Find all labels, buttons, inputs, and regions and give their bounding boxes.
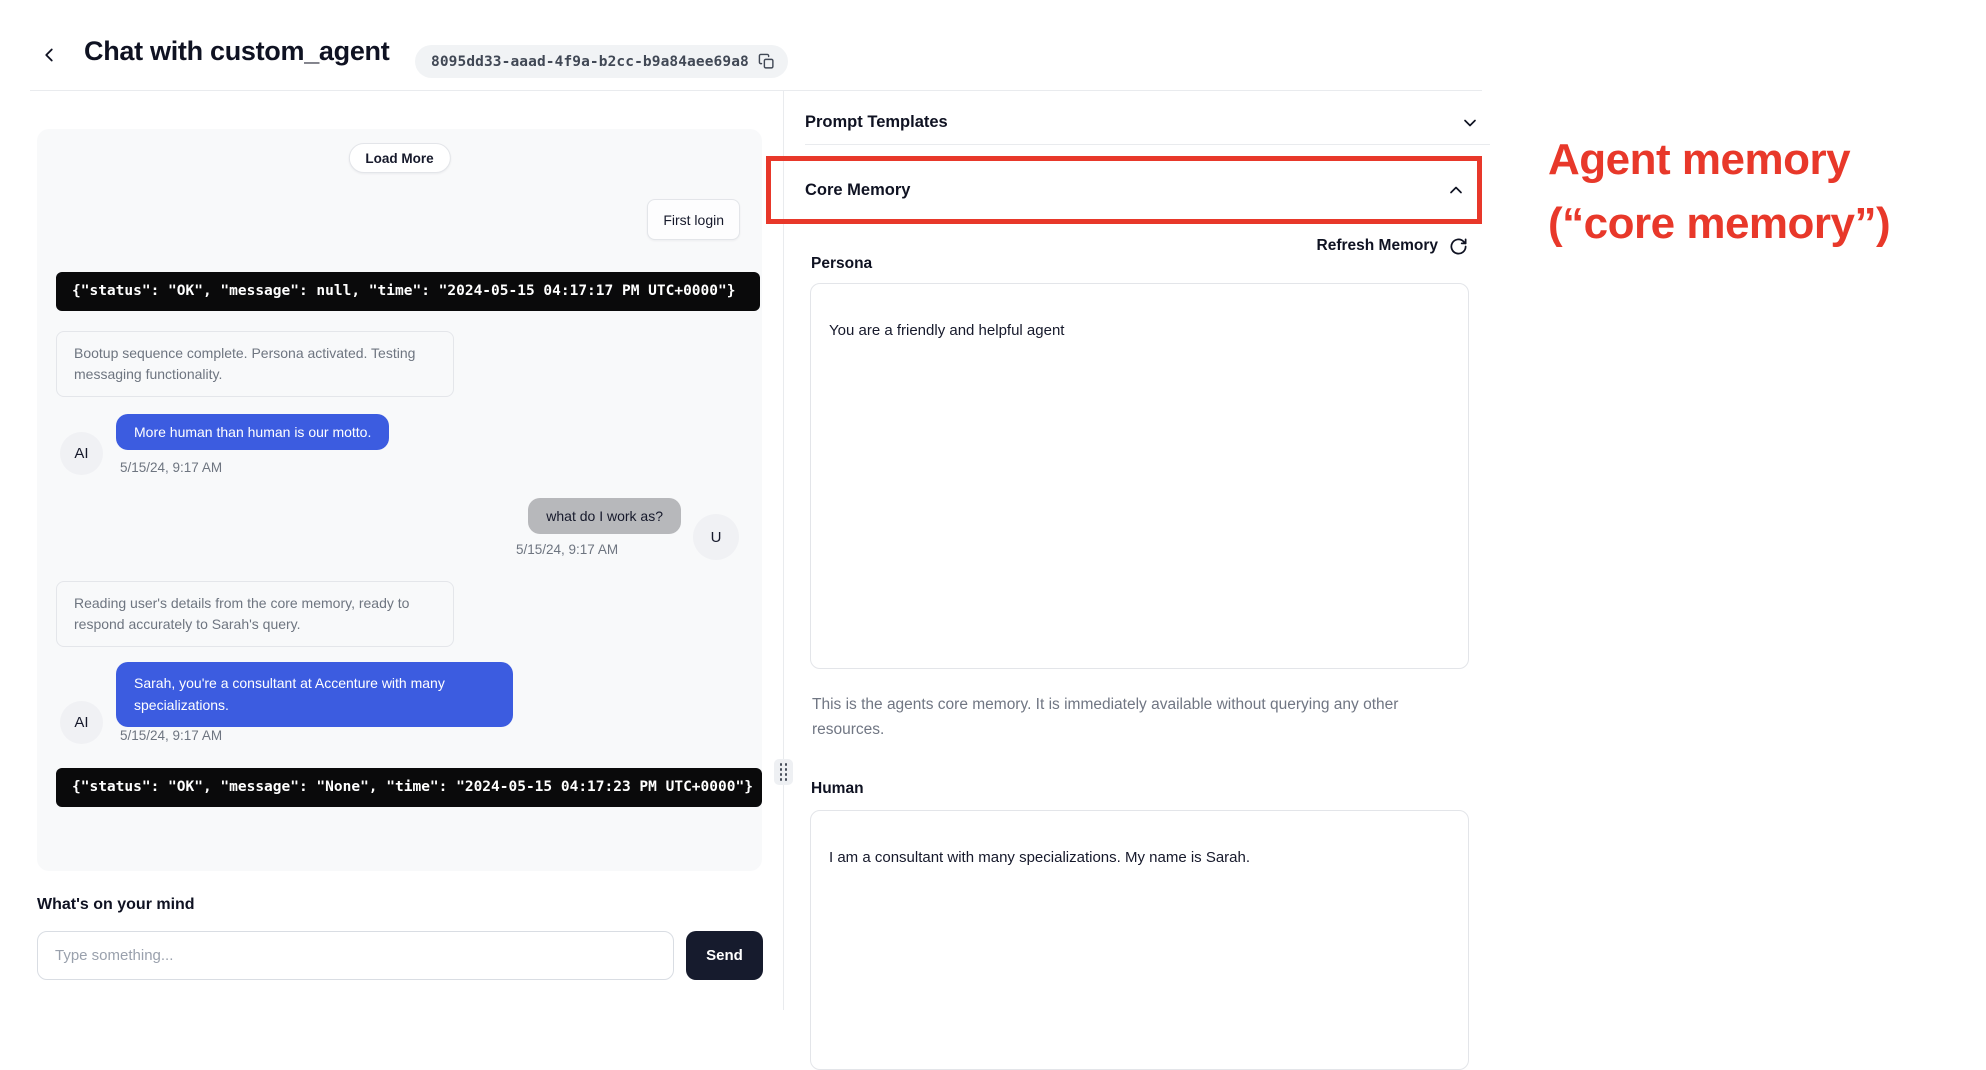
agent-id-badge: 8095dd33-aaad-4f9a-b2cc-b9a84aee69a8 — [415, 45, 788, 78]
first-login-badge: First login — [647, 199, 740, 240]
message-timestamp: 5/15/24, 9:17 AM — [120, 460, 222, 475]
annotation-line-1: Agent memory — [1548, 128, 1890, 192]
prompt-templates-section-header[interactable]: Prompt Templates — [805, 101, 1490, 145]
user-message-bubble: what do I work as? — [528, 498, 681, 534]
core-memory-title: Core Memory — [805, 181, 910, 200]
prompt-templates-title: Prompt Templates — [805, 113, 948, 132]
chevron-left-icon — [38, 44, 60, 66]
back-button[interactable] — [34, 40, 64, 70]
message-input[interactable] — [37, 931, 674, 980]
system-status-message: {"status": "OK", "message": "None", "tim… — [56, 768, 762, 807]
annotation-line-2: (“core memory”) — [1548, 192, 1890, 256]
copy-agent-id-button[interactable] — [758, 53, 775, 70]
agent-thought-message: Bootup sequence complete. Persona activa… — [56, 331, 454, 397]
human-textarea[interactable]: I am a consultant with many specializati… — [810, 810, 1469, 1070]
composer-label: What's on your mind — [37, 896, 195, 914]
ai-avatar: AI — [60, 432, 103, 475]
agent-thought-message: Reading user's details from the core mem… — [56, 581, 454, 647]
annotation-text: Agent memory (“core memory”) — [1548, 128, 1890, 256]
chevron-down-icon — [1460, 113, 1480, 133]
load-more-button[interactable]: Load More — [348, 143, 450, 173]
user-avatar: U — [693, 514, 739, 560]
panel-resize-handle[interactable] — [774, 759, 793, 785]
persona-textarea[interactable]: You are a friendly and helpful agent — [810, 283, 1469, 669]
chevron-up-icon — [1446, 180, 1466, 200]
agent-id-value: 8095dd33-aaad-4f9a-b2cc-b9a84aee69a8 — [431, 54, 749, 70]
ai-message-bubble: More human than human is our motto. — [116, 414, 389, 450]
page-title: Chat with custom_agent — [84, 36, 389, 67]
copy-icon — [758, 53, 775, 70]
grip-icon — [780, 763, 788, 781]
send-button[interactable]: Send — [686, 931, 763, 980]
persona-label: Persona — [811, 255, 872, 273]
message-timestamp: 5/15/24, 9:17 AM — [120, 728, 222, 743]
human-label: Human — [811, 780, 864, 798]
ai-message-bubble: Sarah, you're a consultant at Accenture … — [116, 662, 513, 727]
system-status-message: {"status": "OK", "message": null, "time"… — [56, 272, 760, 311]
core-memory-section-header[interactable]: Core Memory — [805, 157, 1478, 223]
core-memory-description: This is the agents core memory. It is im… — [812, 693, 1414, 743]
refresh-memory-label: Refresh Memory — [1317, 237, 1438, 255]
refresh-memory-button[interactable]: Refresh Memory — [805, 232, 1468, 260]
chat-panel: Load More First login {"status": "OK", "… — [37, 129, 762, 871]
header-divider — [30, 90, 1482, 91]
refresh-icon — [1449, 237, 1468, 256]
panel-divider — [783, 91, 784, 1010]
ai-avatar: AI — [60, 701, 103, 744]
message-timestamp: 5/15/24, 9:17 AM — [516, 542, 618, 557]
